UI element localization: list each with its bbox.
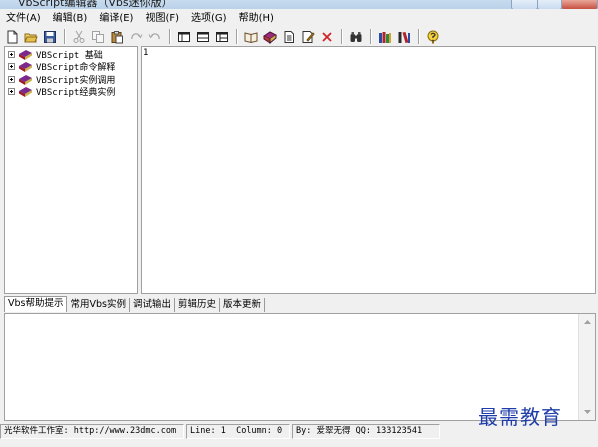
toolbar-separator — [236, 29, 238, 44]
window-title: VbScript编辑器（Vbs迷你版） — [18, 0, 173, 9]
menu-view[interactable]: 视图(F) — [139, 10, 185, 27]
copy-button[interactable] — [90, 29, 106, 45]
book-open-icon — [244, 31, 258, 43]
cut-icon — [73, 30, 85, 43]
layout-bottom-button[interactable] — [214, 29, 230, 45]
menu-compile[interactable]: 编译(E) — [93, 10, 139, 27]
books-icon — [19, 87, 32, 97]
scroll-down-icon[interactable] — [579, 404, 595, 420]
tab-3[interactable]: 剪辑历史 — [175, 298, 220, 312]
layout-split-button[interactable] — [195, 29, 211, 45]
tree-item-label: VBScript命令解释 — [36, 63, 116, 73]
binoculars-button[interactable] — [348, 29, 364, 45]
toolbar-separator — [169, 29, 171, 44]
edit-document-icon — [302, 30, 315, 43]
status-column: Column: 0 — [236, 426, 283, 436]
redo-icon — [131, 32, 143, 39]
expand-plus-icon[interactable] — [8, 88, 15, 95]
tree-item[interactable]: VBScript命令解释 — [8, 61, 115, 73]
tree-item[interactable]: VBScript实例调用 — [8, 73, 116, 86]
tree-item-label: VBScript经典实例 — [36, 88, 116, 98]
menu-options[interactable]: 选项(G) — [185, 10, 233, 27]
status-author: By: 爱翠无得 QQ: 133123541 — [292, 424, 440, 439]
code-editor[interactable]: 1 — [141, 46, 596, 294]
tab-2[interactable]: 调试输出 — [130, 298, 175, 312]
minimize-button[interactable] — [511, 0, 538, 9]
menu-edit[interactable]: 编辑(B) — [47, 10, 94, 27]
open-folder-button[interactable] — [23, 29, 39, 45]
line-number: 1 — [143, 48, 149, 58]
close-button[interactable] — [561, 0, 598, 9]
close-x-button[interactable] — [319, 29, 335, 45]
books-icon — [19, 49, 32, 60]
tab-0[interactable]: Vbs帮助提示 — [4, 296, 68, 312]
tree-item[interactable]: VBScript 基础 — [8, 48, 103, 61]
maximize-button[interactable] — [537, 0, 562, 9]
tree-item-label: VBScript 基础 — [36, 50, 103, 61]
new-doc-icon — [7, 30, 18, 43]
vertical-scrollbar[interactable] — [578, 314, 595, 420]
bookshelf-button[interactable] — [396, 29, 412, 45]
tab-4[interactable]: 版本更新 — [220, 298, 266, 312]
copy-icon — [92, 30, 104, 43]
help-question-icon — [427, 30, 439, 43]
bottom-tabs: Vbs帮助提示 常用Vbs实例 调试输出 剪辑历史 版本更新 — [4, 296, 266, 312]
paste-button[interactable] — [109, 29, 125, 45]
document-icon — [284, 30, 294, 43]
status-bar: 光华软件工作室: http://www.23dmc.com Line: 1 Co… — [0, 423, 598, 440]
books-icon — [263, 30, 277, 44]
layout-left-icon — [178, 31, 190, 42]
new-doc-button[interactable] — [4, 29, 20, 45]
layout-left-button[interactable] — [176, 29, 192, 45]
status-line-column: Line: 1 Column: 0 — [186, 424, 290, 439]
bookshelf-icon — [398, 31, 410, 43]
title-bar: VbScript编辑器（Vbs迷你版） — [0, 0, 598, 9]
library-button[interactable] — [377, 29, 393, 45]
toolbar — [0, 27, 598, 46]
toolbar-separator — [64, 29, 66, 44]
edit-document-button[interactable] — [300, 29, 316, 45]
scroll-up-icon[interactable] — [579, 314, 595, 330]
expand-plus-icon[interactable] — [8, 63, 15, 70]
redo-button[interactable] — [128, 29, 144, 45]
toolbar-separator — [418, 29, 420, 44]
paste-icon — [111, 30, 123, 43]
status-studio: 光华软件工作室: http://www.23dmc.com — [0, 424, 184, 439]
layout-bottom-icon — [216, 31, 228, 42]
undo-button[interactable] — [147, 29, 163, 45]
menu-file[interactable]: 文件(A) — [0, 10, 47, 27]
binoculars-icon — [350, 31, 362, 42]
undo-icon — [148, 32, 160, 39]
toolbar-separator — [341, 29, 343, 44]
layout-split-icon — [197, 31, 209, 42]
save-disk-button[interactable] — [42, 29, 58, 45]
expand-plus-icon[interactable] — [8, 75, 15, 83]
save-disk-icon — [44, 30, 56, 43]
books-icon — [19, 62, 32, 72]
book-open-button[interactable] — [243, 29, 259, 45]
books-button[interactable] — [262, 29, 278, 45]
toolbar-separator — [370, 29, 372, 44]
expand-plus-icon[interactable] — [8, 50, 15, 58]
tab-1[interactable]: 常用Vbs实例 — [67, 298, 130, 312]
tree-item-label: VBScript实例调用 — [36, 75, 116, 86]
status-line: Line: 1 — [190, 426, 226, 436]
close-x-icon — [322, 31, 332, 42]
cut-button[interactable] — [71, 29, 87, 45]
open-folder-icon — [24, 33, 38, 42]
help-question-button[interactable] — [425, 29, 441, 45]
library-icon — [379, 31, 391, 43]
document-button[interactable] — [281, 29, 297, 45]
menu-help[interactable]: 帮助(H) — [233, 10, 280, 27]
script-tree[interactable]: VBScript 基础 VBScript命令解释 VBScript实例调用 VBScr… — [4, 46, 138, 294]
menu-bar: 文件(A) 编辑(B) 编译(E) 视图(F) 选项(G) 帮助(H) — [0, 10, 598, 27]
tree-item[interactable]: VBScript经典实例 — [8, 86, 115, 98]
books-icon — [19, 74, 32, 85]
